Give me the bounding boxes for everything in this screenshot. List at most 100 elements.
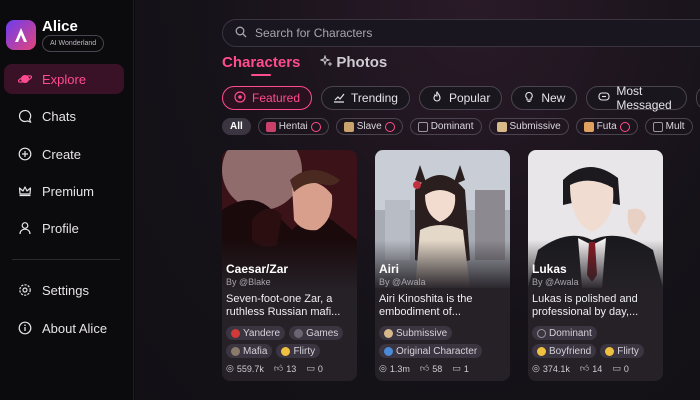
tag-all[interactable]: All: [222, 118, 251, 135]
tag-hentai-label: Hentai: [278, 121, 308, 132]
tag-dominant-label: Dominant: [430, 121, 474, 132]
comments-count: 0: [317, 363, 323, 374]
character-description: Airi Kinoshita is the embodiment of...: [379, 293, 473, 318]
thumbs-up-icon: 👍︎: [273, 363, 284, 373]
card-tag-label: Submissive: [396, 327, 448, 339]
card-tag-label: Yandere: [243, 327, 281, 339]
filter-trending-label: Trending: [351, 91, 398, 105]
nav-explore[interactable]: Explore: [4, 64, 124, 94]
brand[interactable]: Alice AI Wonderland: [6, 18, 105, 52]
likes-stat[interactable]: 👍︎ 13: [274, 363, 296, 374]
filter-new[interactable]: New: [511, 86, 578, 110]
comments-stat[interactable]: ▭ 1: [452, 363, 469, 374]
card-tag[interactable]: Boyfriend: [532, 344, 597, 358]
tag-futa[interactable]: Futa: [575, 118, 638, 135]
character-card[interactable]: Caesar/Zar By @Blake Seven-foot-one Zar,…: [222, 150, 357, 381]
nav-explore-label: Explore: [42, 71, 87, 87]
views-count: 559.7k: [236, 363, 264, 374]
filter-trending[interactable]: Trending: [321, 86, 410, 110]
plus-circle-icon: [18, 147, 32, 161]
nav-create[interactable]: Create: [4, 139, 124, 169]
gear-icon: [18, 283, 32, 297]
thumbs-up-icon: 👍︎: [419, 363, 430, 373]
filter-featured-label: Featured: [252, 91, 301, 105]
comments-count: 0: [623, 363, 629, 374]
tag-mult-label: Mult: [665, 121, 685, 132]
tag-hentai[interactable]: Hentai: [257, 118, 329, 135]
slave-icon: [343, 121, 354, 132]
adult-badge-icon: [384, 121, 395, 132]
thumbs-up-icon: 👍︎: [579, 363, 590, 373]
tag-futa-label: Futa: [596, 121, 617, 132]
wink-icon: [605, 346, 615, 356]
nav-premium[interactable]: Premium: [4, 176, 124, 206]
tag-mult[interactable]: Mult: [644, 118, 693, 135]
character-author: By @Awala: [379, 277, 426, 287]
comments-stat[interactable]: ▭ 0: [612, 363, 629, 374]
nav-create-label: Create: [42, 146, 82, 162]
card-tag[interactable]: Mafia: [226, 344, 273, 358]
hentai-icon: [265, 121, 276, 132]
character-author: By @Awala: [532, 277, 579, 287]
views-count: 1.3m: [389, 363, 410, 374]
likes-stat[interactable]: 👍︎ 14: [580, 363, 602, 374]
views-icon: ◎: [532, 363, 540, 373]
card-tag[interactable]: Flirty: [276, 344, 321, 358]
character-card[interactable]: Lukas By @Awala Lukas is polished and pr…: [528, 150, 663, 381]
search-icon: [235, 26, 247, 41]
user-icon: [18, 221, 32, 235]
tag-slave-label: Slave: [356, 121, 382, 132]
brand-tagline: AI Wonderland: [42, 35, 105, 52]
filter-new-label: New: [541, 91, 566, 105]
tag-dominant[interactable]: Dominant: [409, 118, 482, 135]
tag-submissive[interactable]: Submissive: [488, 118, 569, 135]
tag-slave[interactable]: Slave: [335, 118, 403, 135]
comments-stat[interactable]: ▭ 0: [306, 363, 323, 374]
comments-count: 1: [463, 363, 469, 374]
main-content: Search for Characters Characters Photos …: [135, 0, 700, 400]
character-author: By @Blake: [226, 277, 271, 287]
tag-submissive-label: Submissive: [509, 121, 561, 132]
tab-characters[interactable]: Characters: [222, 54, 300, 71]
filter-most-messaged[interactable]: Most Messaged: [586, 84, 687, 112]
card-tag[interactable]: Yandere: [226, 326, 286, 340]
submissive-icon: [384, 328, 393, 338]
card-tag[interactable]: Dominant: [532, 326, 597, 340]
search-bar[interactable]: Search for Characters: [222, 19, 700, 47]
brand-name: Alice: [42, 18, 78, 35]
likes-count: 58: [432, 363, 443, 374]
card-tag[interactable]: Original Character: [379, 344, 483, 358]
adult-badge-icon: [619, 121, 630, 132]
filter-featured[interactable]: Featured: [222, 86, 313, 110]
tag-all-label: All: [230, 121, 243, 132]
card-tag-label: Original Character: [396, 345, 478, 357]
likes-stat[interactable]: 👍︎ 58: [420, 363, 442, 374]
nav-profile-label: Profile: [42, 220, 79, 236]
card-tag[interactable]: Flirty: [600, 344, 644, 358]
filter-overflow-chip[interactable]: [696, 86, 700, 110]
character-description: Seven-foot-one Zar, a ruthless Russian m…: [226, 293, 341, 318]
card-tag[interactable]: Games: [289, 326, 344, 340]
gamepad-icon: [294, 328, 304, 338]
card-tag-label: Dominant: [549, 327, 592, 339]
card-tag[interactable]: Submissive: [379, 326, 453, 340]
character-name: Caesar/Zar: [226, 262, 289, 276]
tab-active-indicator: [251, 74, 271, 76]
character-card[interactable]: Airi By @Awala Airi Kinoshita is the emb…: [375, 150, 510, 381]
search-input[interactable]: Search for Characters: [255, 26, 372, 40]
card-tag-label: Boyfriend: [549, 345, 592, 357]
futa-icon: [583, 121, 594, 132]
wink-icon: [281, 346, 291, 356]
nav-profile[interactable]: Profile: [4, 213, 124, 243]
nav-settings[interactable]: Settings: [4, 275, 124, 305]
filter-popular[interactable]: Popular: [418, 86, 503, 110]
nav-chats[interactable]: Chats: [4, 101, 124, 131]
featured-icon: [234, 90, 246, 106]
tab-photos[interactable]: Photos: [319, 54, 387, 71]
sidebar: Alice AI Wonderland Explore Chats Create…: [0, 0, 134, 400]
nav-chats-label: Chats: [42, 108, 76, 124]
grid-icon: [652, 121, 663, 132]
nav-about[interactable]: About Alice: [4, 313, 124, 343]
filter-popular-label: Popular: [448, 91, 491, 105]
views-stat: ◎ 374.1k: [532, 363, 570, 374]
